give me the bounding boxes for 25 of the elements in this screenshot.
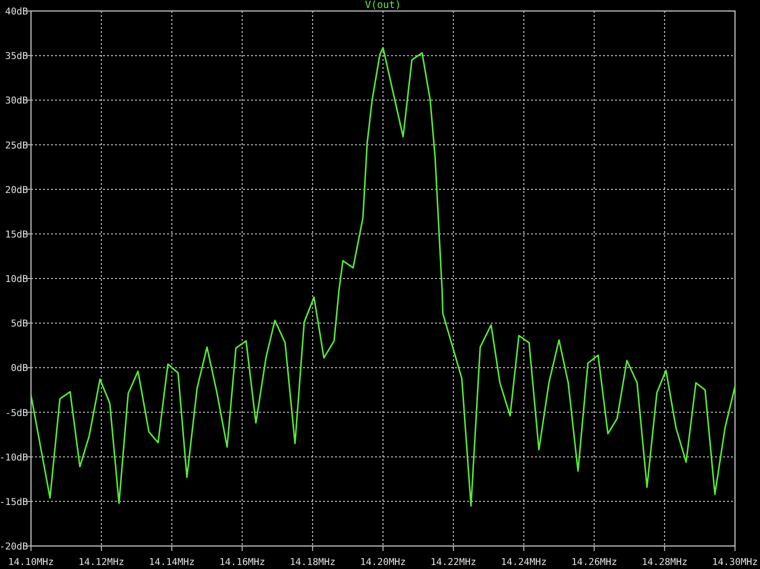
x-axis-label: 14.26MHz — [571, 557, 618, 568]
y-axis-label: 20dB — [5, 184, 28, 196]
x-axis-label: 14.10MHz — [8, 557, 54, 568]
y-axis-label: -15dB — [0, 496, 28, 508]
y-axis-label: 15dB — [5, 229, 28, 240]
y-axis-label: -10dB — [0, 452, 28, 464]
x-axis-label: 14.16MHz — [219, 557, 266, 568]
y-axis-label: 25dB — [5, 140, 28, 152]
x-axis-label: 14.20MHz — [360, 557, 406, 568]
y-axis-label: -5dB — [5, 408, 28, 419]
x-axis-label: 14.14MHz — [148, 557, 195, 568]
y-axis-label: 10dB — [5, 274, 28, 285]
y-axis-label: 35dB — [5, 51, 28, 62]
y-axis-label: -20dB — [0, 542, 28, 552]
trace-title: V(out) — [364, 0, 402, 11]
x-axis-label: 14.12MHz — [78, 557, 124, 568]
x-axis-label: 14.18MHz — [290, 557, 336, 568]
y-axis-label: 30dB — [5, 96, 28, 107]
y-axis-label: 5dB — [10, 318, 28, 330]
y-axis-label: 40dB — [5, 6, 28, 18]
y-axis-label: 0dB — [10, 363, 28, 374]
x-axis-label: 14.22MHz — [430, 557, 476, 568]
x-axis-label: 14.24MHz — [500, 557, 547, 568]
x-axis-label: 14.28MHz — [642, 557, 688, 568]
x-axis-label: 14.30MHz — [712, 557, 758, 568]
